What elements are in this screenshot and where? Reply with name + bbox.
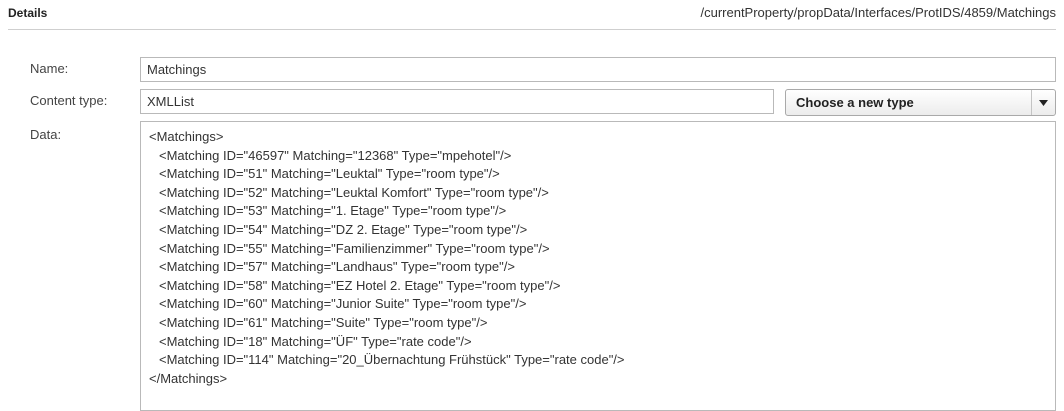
xml-line: <Matching ID="18" Matching="ÜF" Type="ra…: [159, 333, 472, 349]
data-textarea[interactable]: <Matchings> <Matching ID="46597" Matchin…: [140, 121, 1056, 411]
xml-line: <Matching ID="54" Matching="DZ 2. Etage"…: [159, 221, 528, 237]
details-header: Details /currentProperty/propData/Interf…: [8, 0, 1056, 30]
chevron-down-icon[interactable]: [1031, 90, 1055, 115]
xml-line: <Matching ID="51" Matching="Leuktal" Typ…: [159, 166, 500, 182]
content-type-input[interactable]: XMLList: [140, 89, 774, 114]
xml-line: <Matching ID="46597" Matching="12368" Ty…: [159, 147, 512, 163]
xml-line: <Matching ID="52" Matching="Leuktal Komf…: [159, 184, 549, 200]
choose-type-label: Choose a new type: [796, 95, 914, 110]
xml-line: </Matchings>: [149, 370, 228, 386]
xml-line: <Matching ID="114" Matching="20_Übernach…: [159, 352, 625, 368]
data-label: Data:: [30, 127, 62, 142]
section-title: Details: [8, 5, 48, 20]
content-type-label: Content type:: [30, 93, 108, 108]
xml-line: <Matching ID="60" Matching="Junior Suite…: [159, 296, 527, 312]
choose-type-dropdown[interactable]: Choose a new type: [785, 89, 1056, 116]
xml-line: <Matching ID="58" Matching="EZ Hotel 2. …: [159, 277, 561, 293]
property-path: /currentProperty/propData/Interfaces/Pro…: [700, 5, 1056, 20]
name-input[interactable]: Matchings: [140, 57, 1056, 82]
xml-line: <Matching ID="53" Matching="1. Etage" Ty…: [159, 203, 507, 219]
xml-line: <Matching ID="61" Matching="Suite" Type=…: [159, 314, 488, 330]
xml-line: <Matching ID="55" Matching="Familienzimm…: [159, 240, 550, 256]
name-label: Name:: [30, 61, 69, 76]
xml-line: <Matching ID="57" Matching="Landhaus" Ty…: [159, 259, 515, 275]
xml-line: <Matchings>: [149, 129, 224, 144]
